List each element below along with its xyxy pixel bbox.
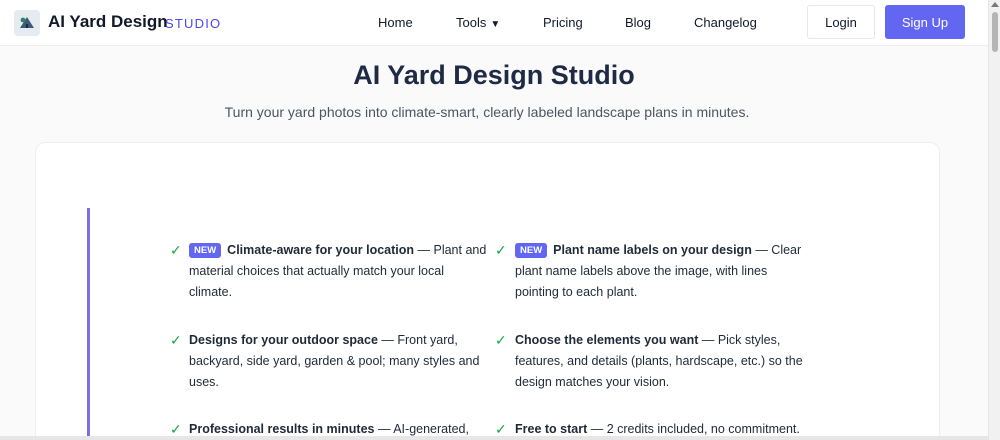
chevron-down-icon: ▼ xyxy=(490,19,501,30)
nav-tools[interactable]: Tools ▼ xyxy=(456,15,500,30)
feature-item: Designs for your outdoor space — Front y… xyxy=(189,330,484,393)
page: AI Yard Design STUDIO Home Tools ▼ Pricin… xyxy=(0,0,988,440)
bottom-edge xyxy=(0,436,988,440)
feature-title: Professional results in minutes xyxy=(189,422,375,436)
scroll-up-icon[interactable] xyxy=(991,2,999,7)
new-badge: NEW xyxy=(515,243,548,258)
nav-pricing[interactable]: Pricing xyxy=(543,15,583,30)
feature-item: NEW Plant name labels on your design — Cl… xyxy=(515,240,805,303)
logo-icon[interactable] xyxy=(14,10,40,36)
login-button[interactable]: Login xyxy=(807,5,875,39)
brand-name[interactable]: AI Yard Design xyxy=(48,12,168,32)
feature-title: Free to start xyxy=(515,422,588,436)
signup-button[interactable]: Sign Up xyxy=(885,5,965,39)
scroll-thumb[interactable] xyxy=(992,12,998,52)
accent-bar xyxy=(87,208,90,440)
brand-sub: STUDIO xyxy=(165,16,222,31)
feature-item: Choose the elements you want — Pick styl… xyxy=(515,330,810,393)
check-icon: ✓ xyxy=(170,242,182,258)
scrollbar[interactable] xyxy=(988,0,1000,440)
feature-title: Plant name labels on your design xyxy=(553,243,752,257)
top-navbar: AI Yard Design STUDIO Home Tools ▼ Pricin… xyxy=(0,0,988,46)
check-icon: ✓ xyxy=(495,242,507,258)
feature-title: Choose the elements you want xyxy=(515,333,699,347)
feature-desc: — AI-generated, xyxy=(374,422,469,436)
nav-blog[interactable]: Blog xyxy=(625,15,651,30)
nav-tools-label: Tools xyxy=(456,15,487,30)
feature-title: Designs for your outdoor space xyxy=(189,333,378,347)
feature-title: Climate-aware for your location xyxy=(227,243,415,257)
check-icon: ✓ xyxy=(495,332,507,348)
check-icon: ✓ xyxy=(170,332,182,348)
page-title: AI Yard Design Studio xyxy=(353,60,635,90)
new-badge: NEW xyxy=(189,243,222,258)
feature-desc: — 2 credits included, no commitment. xyxy=(587,422,800,436)
nav-home[interactable]: Home xyxy=(378,15,413,30)
page-subtitle: Turn your yard photos into climate-smart… xyxy=(224,104,750,120)
nav-changelog[interactable]: Changelog xyxy=(694,15,757,30)
feature-item: NEW Climate-aware for your location — Pla… xyxy=(189,240,489,303)
